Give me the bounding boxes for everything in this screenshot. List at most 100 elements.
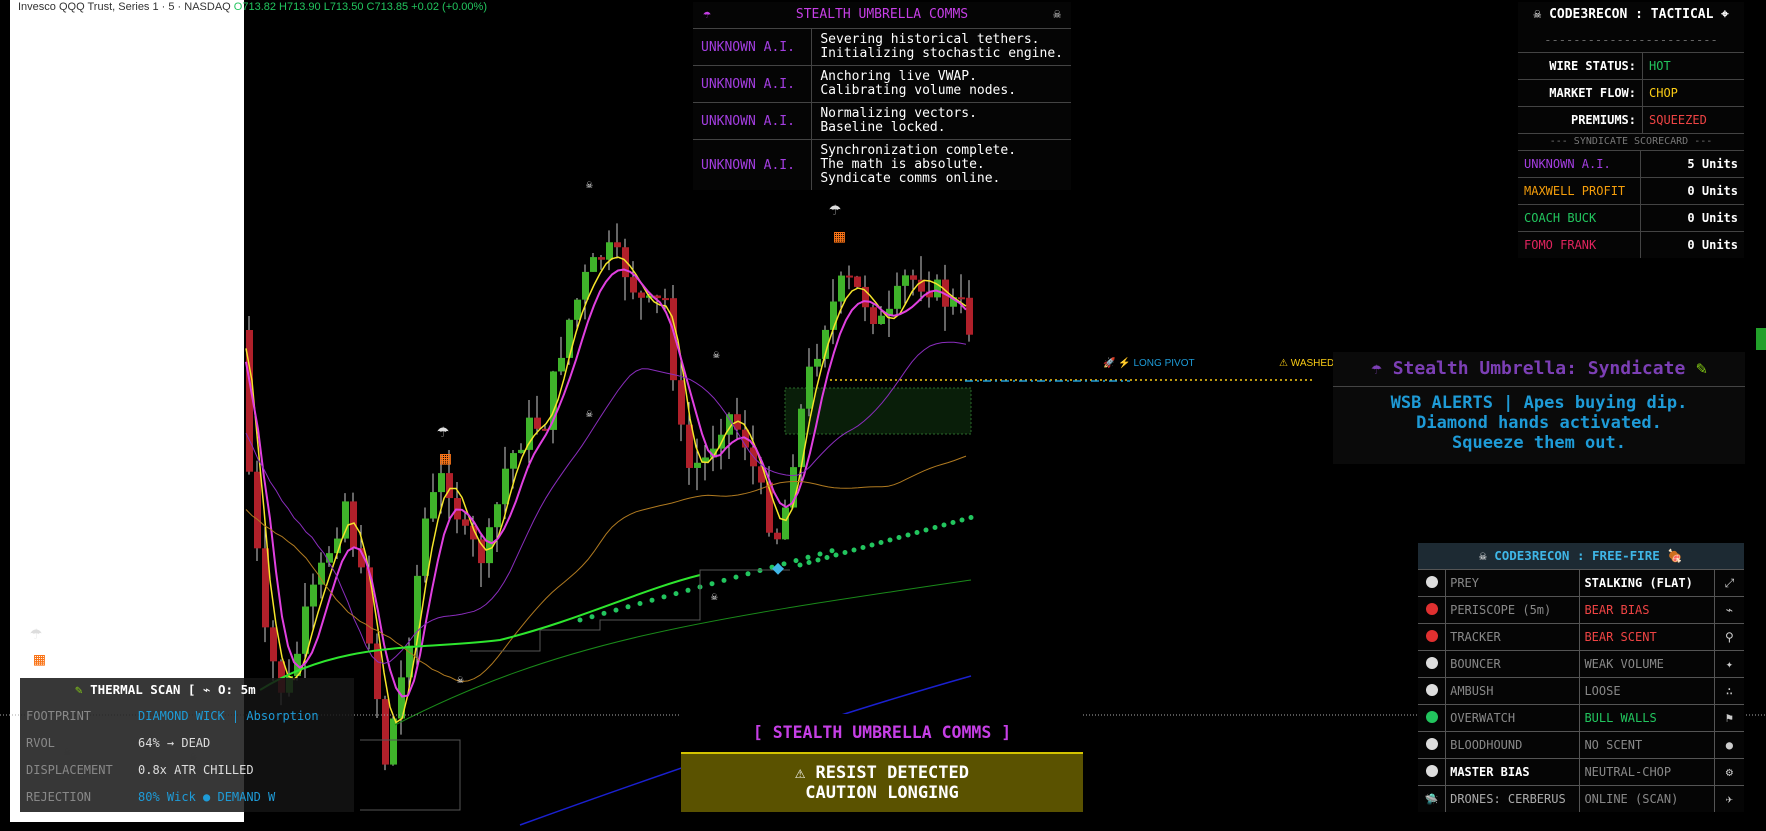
meat-icon: 🍖 (1667, 548, 1683, 563)
candle-body (830, 301, 837, 330)
status-row: MARKET FLOW: CHOP (1518, 79, 1744, 107)
trail-dot (887, 537, 893, 543)
candle-body (598, 257, 605, 260)
candle-body (838, 275, 845, 302)
candle-body (270, 627, 277, 662)
candle-body (798, 408, 805, 468)
trail-dot (637, 601, 643, 606)
comms-header: ☂ STEALTH UMBRELLA COMMS ☠ (693, 2, 1071, 28)
status-table: WIRE STATUS: HOT MARKET FLOW: CHOP PREMIUM… (1518, 52, 1744, 133)
comms-row: UNKNOWN A.I. Synchronization complete. Th… (693, 139, 1071, 190)
skull-icon: ☠ (586, 407, 593, 420)
long-pivot-label: 🚀 ⚡ LONG PIVOT (1103, 358, 1195, 369)
freefire-name: MASTER BIAS (1445, 758, 1581, 786)
candle-body (910, 275, 917, 280)
candle-body (678, 380, 685, 425)
trend-line-green (394, 579, 972, 726)
comms-source: UNKNOWN A.I. (693, 102, 813, 140)
umbrella-icon: ☂ (703, 7, 711, 22)
trail-dot (959, 517, 965, 523)
trail-dot (932, 525, 938, 530)
trail-dot (601, 610, 607, 616)
thermal-key: RVOL (26, 735, 55, 750)
candle-body (510, 453, 517, 469)
skull-icon: ☠ (457, 673, 464, 686)
freefire-title: CODE3RECON : FREE-FIRE (1494, 548, 1660, 563)
thermal-header: ✎ THERMAL SCAN [ ⌁ O: 5m (20, 678, 354, 702)
candle-body (318, 562, 325, 585)
blood-drop-icon: ● (1714, 731, 1744, 759)
scorecard-row: FOMO FRANK 0 Units (1518, 231, 1744, 258)
status-dot-icon (1425, 629, 1438, 642)
candle-body (638, 292, 645, 298)
freefire-value: BEAR SCENT (1579, 623, 1715, 651)
candle-body (630, 277, 637, 293)
satellite-icon: ⌁ (202, 682, 211, 697)
status-dot (1418, 677, 1447, 705)
candle-body (846, 275, 853, 278)
trail-dot (941, 522, 947, 528)
status-dot-icon (1425, 575, 1438, 588)
freefire-name: DRONES: CERBERUS (1445, 785, 1581, 812)
trader-name: FOMO FRANK (1518, 231, 1641, 258)
freefire-value: BEAR BIAS (1579, 596, 1715, 624)
status-dot (1418, 569, 1447, 597)
freefire-row: PREY STALKING (FLAT) ⤢ (1418, 569, 1744, 597)
ma-line-fast (245, 256, 967, 724)
comms-source: UNKNOWN A.I. (693, 28, 813, 66)
candle-body (662, 298, 669, 301)
thermal-row: RVOL 64% → DEAD (20, 729, 354, 756)
diamond-icon: ◆ (772, 555, 785, 579)
periscope-icon: ⌁ (1714, 596, 1744, 624)
freefire-name: PERISCOPE (5m) (1445, 596, 1581, 624)
thermal-value: 64% → DEAD (138, 735, 211, 750)
candle-body (310, 584, 317, 607)
candle-body (878, 315, 885, 325)
status-dot-icon (1425, 656, 1438, 669)
thermal-value: 80% Wick ● DEMAND W (138, 789, 276, 804)
comms-alert-panel: [ STEALTH UMBRELLA COMMS ] ⚠ RESIST DETE… (681, 714, 1083, 812)
comms-source: UNKNOWN A.I. (693, 139, 813, 190)
comms-source: UNKNOWN A.I. (693, 65, 813, 103)
status-dot-icon (1425, 602, 1438, 615)
trail-dot (829, 548, 835, 554)
support-line (259, 574, 701, 691)
freefire-name: TRACKER (1445, 623, 1581, 651)
trail-dot (673, 591, 679, 597)
thermal-scan-panel: ✎ THERMAL SCAN [ ⌁ O: 5m FOOTPRINT DIAMON… (20, 678, 354, 812)
trader-name: UNKNOWN A.I. (1518, 150, 1641, 178)
freefire-row: 🛸 DRONES: CERBERUS ONLINE (SCAN) ✈ (1418, 785, 1744, 812)
comms-log-table: UNKNOWN A.I. Severing historical tethers.… (693, 28, 1071, 190)
freefire-row: TRACKER BEAR SCENT ⚲ (1418, 623, 1744, 651)
drone-icon: ✈ (1714, 785, 1744, 812)
freefire-name: BLOODHOUND (1445, 731, 1581, 759)
thermal-row: DISPLACEMENT 0.8x ATR CHILLED (20, 756, 354, 783)
trail-dot (733, 574, 739, 580)
trail-dot (817, 551, 823, 557)
freefire-value: NEUTRAL-CHOP (1579, 758, 1715, 786)
thermal-row: FOOTPRINT DIAMOND WICK | Absorption (20, 702, 354, 729)
tactical-header: ☠ CODE3RECON : TACTICAL ⌖ (1518, 2, 1744, 28)
scorecard-title: --- SYNDICATE SCORECARD --- (1518, 133, 1744, 150)
scorecard-row: COACH BUCK 0 Units (1518, 204, 1744, 232)
candle-body (806, 366, 813, 409)
comms-alert-header: [ STEALTH UMBRELLA COMMS ] (681, 714, 1083, 754)
status-value: SQUEEZED (1642, 106, 1744, 133)
candle-body (254, 471, 261, 549)
crosshair-icon: ⤢ (1714, 569, 1744, 597)
scroll-handle (1756, 328, 1766, 350)
trail-dot (649, 597, 655, 603)
syndicate-panel: ☂ Stealth Umbrella: Syndicate ✎ WSB ALER… (1333, 352, 1745, 464)
thermal-table: FOOTPRINT DIAMOND WICK | Absorption RVOL 6… (20, 702, 354, 810)
trail-dot (950, 520, 956, 525)
brick-icon: ▦ (440, 448, 451, 469)
scorecard-row: MAXWELL PROFIT 0 Units (1518, 177, 1744, 205)
scope-icon: ⚑ (1714, 704, 1744, 732)
trail-dot (745, 571, 751, 577)
thermal-key: DISPLACEMENT (26, 762, 113, 777)
trail-dot (793, 558, 799, 564)
skull-icon: ☠ (586, 178, 593, 191)
trail-dot (842, 550, 848, 555)
freefire-value: ONLINE (SCAN) (1579, 785, 1715, 812)
candle-body (902, 275, 909, 286)
